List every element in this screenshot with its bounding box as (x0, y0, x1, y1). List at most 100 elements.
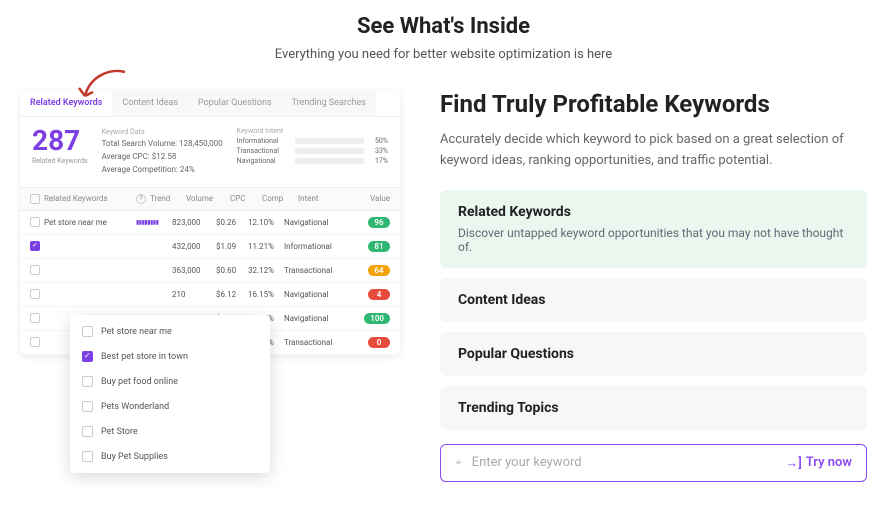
dropdown-checkbox[interactable] (82, 376, 93, 387)
dropdown-checkbox[interactable] (82, 351, 93, 362)
dropdown-item[interactable]: Best pet store in town (70, 344, 270, 369)
row-checkbox[interactable] (30, 265, 40, 275)
hero-subtitle: Everything you need for better website o… (0, 47, 887, 62)
accordion-title: Content Ideas (458, 292, 849, 308)
dropdown-item[interactable]: Buy Pet Supplies (70, 444, 270, 469)
dropdown-label: Pet store near me (101, 327, 172, 337)
table-row[interactable]: 363,000$0.6032.12%Transactional64 (20, 259, 400, 283)
try-now-label: Try now (806, 455, 852, 470)
hero-title: See What's Inside (0, 14, 887, 39)
dropdown-item[interactable]: Pet Store (70, 419, 270, 444)
accordion-content-ideas[interactable]: Content Ideas (440, 278, 867, 322)
tab-popular-questions[interactable]: Popular Questions (188, 90, 282, 116)
row-checkbox[interactable] (30, 337, 40, 347)
cell-comp: 32.12% (248, 266, 280, 275)
suggestion-dropdown: Pet store near me Best pet store in town B… (70, 315, 270, 473)
cell-volume: 432,000 (172, 242, 212, 251)
keyword-search-bar[interactable]: ⌖ Enter your keyword →] Try now (440, 444, 867, 482)
cell-value: 0 (340, 337, 390, 348)
kd-header: Keyword Data (102, 127, 223, 138)
col-value: Value (354, 194, 390, 203)
cell-comp: 16.15% (248, 290, 280, 299)
dropdown-item[interactable]: Buy pet food online (70, 369, 270, 394)
keyword-count-block: 287 Related Keywords (32, 127, 88, 177)
cell-volume: 210 (172, 290, 212, 299)
intent-label: Navigational (237, 157, 291, 165)
cell-volume: 363,000 (172, 266, 212, 275)
arrow-right-icon: →] (785, 455, 802, 471)
intent-bar (295, 148, 364, 154)
intent-pct: 17% (368, 157, 388, 165)
cell-value: 4 (340, 289, 390, 300)
keyword-intent: Keyword Intent Informational50%Transacti… (237, 127, 388, 177)
feature-title: Find Truly Profitable Keywords (440, 90, 867, 118)
row-checkbox[interactable] (30, 313, 40, 323)
kd-line: Total Search Volume: 128,450,000 (102, 138, 223, 151)
col-intent: Intent (298, 194, 350, 203)
dropdown-item[interactable]: Pets Wonderland (70, 394, 270, 419)
dropdown-item[interactable]: Pet store near me (70, 319, 270, 344)
intent-bar (295, 158, 364, 164)
row-checkbox[interactable] (30, 241, 40, 251)
hero: See What's Inside Everything you need fo… (0, 0, 887, 70)
keyword-data: Keyword Data Total Search Volume: 128,45… (102, 127, 223, 177)
accordion-popular-questions[interactable]: Popular Questions (440, 332, 867, 376)
intent-pct: 50% (368, 137, 388, 145)
cell-comp: 12.10% (248, 218, 280, 227)
table-row[interactable]: 432,000 $1.09 11.21% Informational 81 (20, 235, 400, 259)
tab-trending-searches[interactable]: Trending Searches (282, 90, 376, 116)
accordion-trending-topics[interactable]: Trending Topics (440, 386, 867, 430)
intent-header: Keyword Intent (237, 127, 388, 135)
col-cpc: CPC (230, 194, 258, 203)
cell-intent: Navigational (284, 218, 336, 227)
cell-intent: Navigational (284, 314, 336, 323)
dropdown-label: Best pet store in town (101, 352, 188, 362)
cell-cpc: $0.60 (216, 266, 244, 275)
cell-value: 81 (340, 241, 390, 252)
feature-desc: Accurately decide which keyword to pick … (440, 130, 867, 172)
intent-pct: 33% (368, 147, 388, 155)
try-now-button[interactable]: →] Try now (785, 455, 852, 471)
kd-line: Average Competition: 24% (102, 164, 223, 177)
dropdown-checkbox[interactable] (82, 326, 93, 337)
cell-value: 64 (340, 265, 390, 276)
dropdown-label: Buy pet food online (101, 377, 178, 387)
arrow-icon (75, 68, 135, 107)
cell-intent: Informational (284, 242, 336, 251)
cell-cpc: $0.26 (216, 218, 244, 227)
row-checkbox[interactable] (30, 289, 40, 299)
intent-bar (295, 138, 364, 144)
help-icon[interactable]: ? (136, 194, 146, 204)
cell-trend: ▮▮▮▮▮▮▮▮ (136, 219, 168, 226)
accordion-related-keywords[interactable]: Related Keywords Discover untapped keywo… (440, 190, 867, 268)
table-row[interactable]: Pet store near me ▮▮▮▮▮▮▮▮ 823,000 $0.26 12.… (20, 211, 400, 235)
cell-cpc: $6.12 (216, 290, 244, 299)
accordion-title: Related Keywords (458, 204, 849, 220)
row-checkbox[interactable] (30, 217, 40, 227)
col-volume: Volume (186, 194, 226, 203)
feature-panel: Find Truly Profitable Keywords Accuratel… (440, 90, 867, 482)
keyword-count: 287 (32, 127, 88, 155)
keyword-count-label: Related Keywords (32, 157, 88, 165)
col-comp: Comp (262, 194, 294, 203)
dropdown-checkbox[interactable] (82, 451, 93, 462)
cell-value: 100 (340, 313, 390, 324)
dropdown-checkbox[interactable] (82, 426, 93, 437)
dropdown-label: Pet Store (101, 427, 138, 437)
target-icon: ⌖ (455, 455, 462, 470)
table-row[interactable]: 210 $6.12 16.15% Navigational 4 (20, 283, 400, 307)
cell-comp: 11.21% (248, 242, 280, 251)
cell-cpc: $1.09 (216, 242, 244, 251)
cell-keyword: Pet store near me (44, 218, 132, 227)
dropdown-label: Pets Wonderland (101, 402, 169, 412)
select-all-checkbox[interactable] (30, 194, 40, 204)
cell-volume: 823,000 (172, 218, 212, 227)
cell-value: 96 (340, 217, 390, 228)
accordion-title: Popular Questions (458, 346, 849, 362)
kd-line: Average CPC: $12.58 (102, 151, 223, 164)
accordion-sub: Discover untapped keyword opportunities … (458, 226, 849, 254)
cell-intent: Navigational (284, 290, 336, 299)
intent-label: Transactional (237, 147, 291, 155)
search-placeholder[interactable]: Enter your keyword (472, 455, 775, 470)
dropdown-checkbox[interactable] (82, 401, 93, 412)
